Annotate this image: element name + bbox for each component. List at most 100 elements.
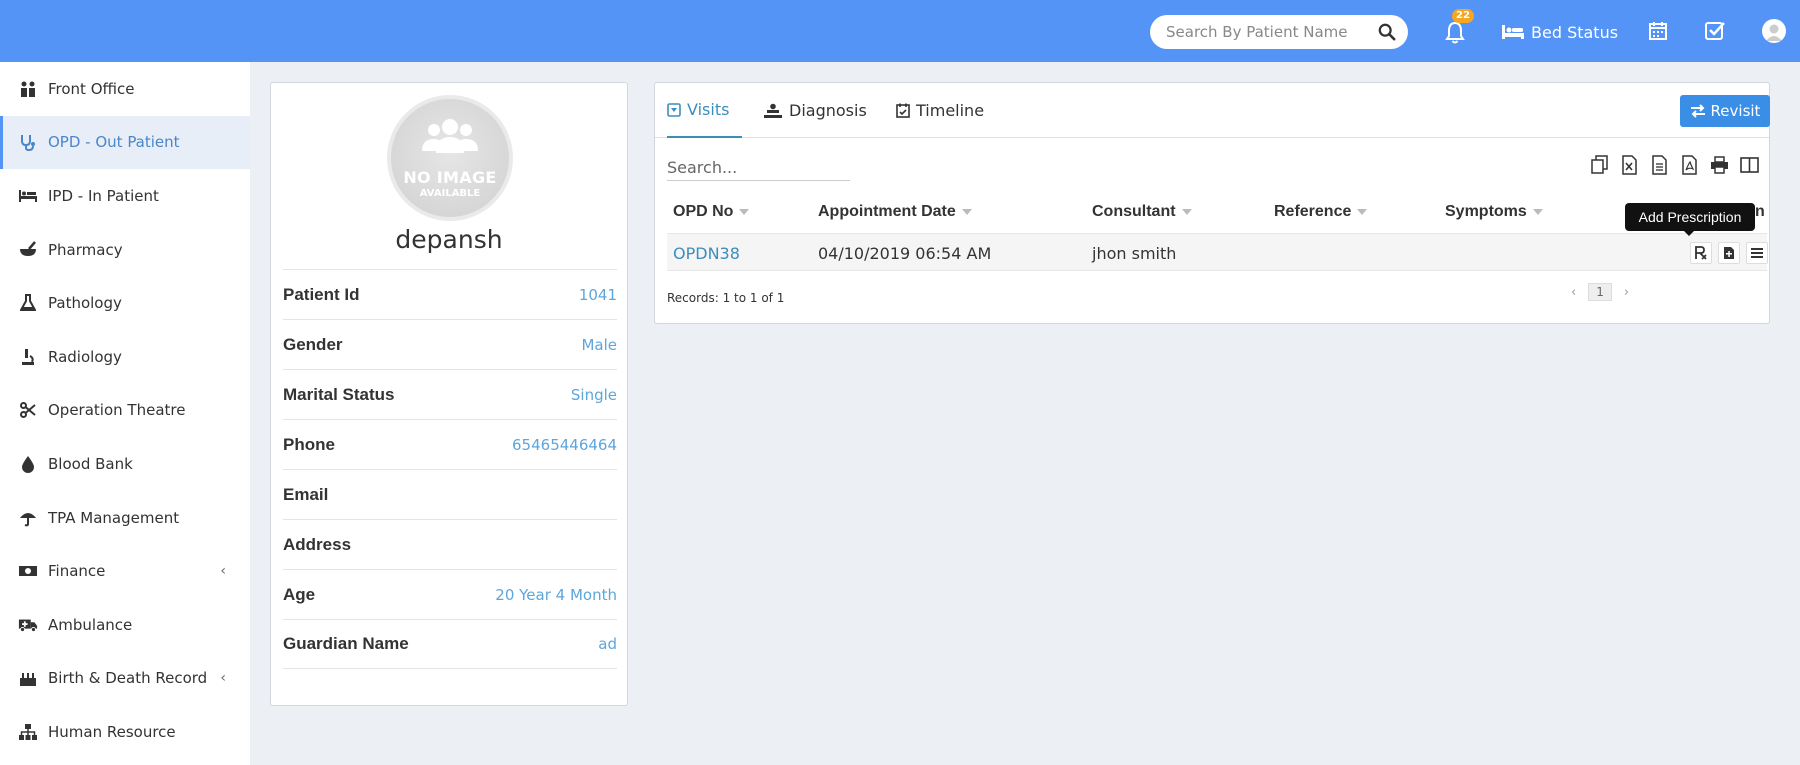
tab-label: Visits — [687, 100, 730, 119]
sidebar-item-label: Pathology — [48, 294, 122, 313]
tab-visits[interactable]: Visits — [667, 83, 742, 138]
patient-profile-card: NO IMAGE AVAILABLE depansh Patient Id 104… — [270, 82, 628, 706]
tab-label: Timeline — [916, 101, 985, 120]
view-document-button[interactable] — [1718, 242, 1740, 264]
chevron-left-icon: ‹ — [220, 670, 226, 687]
add-prescription-button[interactable] — [1690, 242, 1712, 264]
tab-diagnosis[interactable]: Diagnosis — [763, 83, 867, 138]
search-icon[interactable] — [1378, 23, 1396, 41]
detail-row-email: Email — [283, 469, 617, 519]
bed-icon — [18, 186, 38, 206]
no-image-text: NO IMAGE — [403, 168, 497, 187]
column-header-appointment-date[interactable]: Appointment Date — [818, 195, 972, 229]
sidebar-item-pharmacy[interactable]: Pharmacy — [0, 223, 250, 277]
detail-label: Phone — [283, 434, 335, 454]
sidebar-item-opd[interactable]: OPD - Out Patient — [0, 115, 250, 170]
sidebar-item-label: Blood Bank — [48, 454, 133, 473]
records-info: Records: 1 to 1 of 1 — [667, 291, 785, 305]
revisit-button[interactable]: Revisit — [1680, 95, 1770, 127]
sidebar-item-blood-bank[interactable]: Blood Bank — [0, 437, 250, 491]
detail-value: 20 Year 4 Month — [495, 585, 617, 604]
column-header-label: Reference — [1274, 203, 1352, 220]
scissors-icon — [18, 400, 38, 420]
birthday-cake-icon — [18, 668, 38, 688]
column-header-label: n — [1755, 203, 1765, 220]
consultant-cell: jhon smith — [1092, 243, 1177, 263]
previous-page-icon[interactable]: ‹ — [1571, 285, 1576, 300]
task-check-icon[interactable] — [1704, 20, 1726, 42]
sidebar-item-finance[interactable]: Finance ‹ — [0, 544, 250, 598]
column-header-reference[interactable]: Reference — [1274, 195, 1368, 229]
sidebar-item-ambulance[interactable]: Ambulance — [0, 598, 250, 652]
sidebar-item-pathology[interactable]: Pathology — [0, 276, 250, 330]
detail-row-age: Age 20 Year 4 Month — [283, 569, 617, 619]
sidebar-item-ipd[interactable]: IPD - In Patient — [0, 169, 250, 223]
sort-caret-icon — [1181, 209, 1192, 215]
patient-search-input[interactable] — [1166, 22, 1371, 42]
detail-label: Address — [283, 534, 352, 554]
more-menu-button[interactable] — [1746, 242, 1768, 264]
available-text: AVAILABLE — [419, 188, 481, 199]
sidebar-item-birth-death-record[interactable]: Birth & Death Record ‹ — [0, 652, 250, 706]
excel-icon[interactable] — [1620, 155, 1639, 175]
sidebar-item-radiology[interactable]: Radiology — [0, 330, 250, 384]
table-export-toolbar — [1590, 155, 1759, 175]
sidebar-item-operation-theatre[interactable]: Operation Theatre — [0, 384, 250, 438]
table-search-input[interactable] — [667, 155, 850, 181]
pdf-icon[interactable] — [1680, 155, 1699, 175]
prescription-icon — [1695, 246, 1707, 260]
sidebar-item-front-office[interactable]: Front Office — [0, 62, 250, 116]
detail-value: 65465446464 — [512, 435, 617, 454]
bed-status-label: Bed Status — [1531, 22, 1619, 42]
column-header-consultant[interactable]: Consultant — [1092, 195, 1192, 229]
bell-icon[interactable] — [1444, 20, 1466, 44]
diagnosis-icon — [764, 103, 782, 118]
detail-value: 1041 — [578, 285, 617, 304]
mortar-icon — [18, 240, 38, 260]
exchange-icon — [1690, 104, 1705, 118]
calendar-check-icon — [896, 103, 910, 118]
sidebar: Front Office OPD - Out Patient IPD - In … — [0, 62, 250, 765]
bed-status-link[interactable]: Bed Status — [1501, 20, 1618, 44]
column-header-label: Consultant — [1092, 203, 1176, 220]
ambulance-icon — [18, 615, 38, 635]
table-row: OPDN38 04/10/2019 06:54 AM jhon smith — [667, 233, 1768, 272]
sort-caret-icon — [739, 209, 750, 215]
bed-icon — [1502, 25, 1524, 39]
detail-row-marital-status: Marital Status Single — [283, 369, 617, 419]
detail-label: Patient Id — [283, 284, 360, 304]
sidebar-item-tpa-management[interactable]: TPA Management — [0, 491, 250, 545]
csv-icon[interactable] — [1650, 155, 1669, 175]
detail-label: Guardian Name — [283, 634, 409, 653]
money-icon — [18, 561, 38, 581]
table-header: OPD No Appointment Date Consultant Refer… — [667, 195, 1779, 229]
columns-icon[interactable] — [1740, 155, 1759, 175]
visits-panel: Visits Diagnosis Timeline Revisit OPD No… — [654, 82, 1770, 324]
notification-badge: 22 — [1452, 9, 1474, 23]
copy-icon[interactable] — [1590, 155, 1609, 175]
sidebar-item-label: Birth & Death Record — [48, 669, 208, 688]
column-header-label: Appointment Date — [818, 203, 956, 220]
page-number[interactable]: 1 — [1588, 283, 1612, 301]
column-header-symptoms[interactable]: Symptoms — [1445, 195, 1543, 229]
sidebar-item-label: Ambulance — [48, 615, 133, 634]
patient-photo-placeholder: NO IMAGE AVAILABLE — [387, 95, 513, 221]
detail-label: Age — [283, 584, 316, 604]
add-prescription-tooltip: Add Prescription — [1625, 203, 1755, 236]
umbrella-icon — [18, 508, 38, 528]
tab-timeline[interactable]: Timeline — [896, 83, 984, 138]
patient-search-box[interactable] — [1150, 15, 1408, 49]
detail-row-gender: Gender Male — [283, 319, 617, 369]
sidebar-item-label: Front Office — [48, 79, 135, 98]
sidebar-item-human-resource[interactable]: Human Resource — [0, 705, 250, 759]
next-page-icon[interactable]: › — [1624, 285, 1629, 300]
sidebar-item-label: Operation Theatre — [48, 401, 186, 420]
appointment-date-cell: 04/10/2019 06:54 AM — [818, 243, 992, 263]
column-header-opd-no[interactable]: OPD No — [673, 195, 750, 229]
print-icon[interactable] — [1710, 155, 1729, 175]
front-office-icon — [18, 79, 38, 99]
user-avatar[interactable] — [1762, 19, 1786, 43]
opd-no-link[interactable]: OPDN38 — [673, 234, 740, 272]
top-navbar: 22 Bed Status — [0, 0, 1800, 62]
calendar-icon[interactable] — [1648, 21, 1668, 41]
